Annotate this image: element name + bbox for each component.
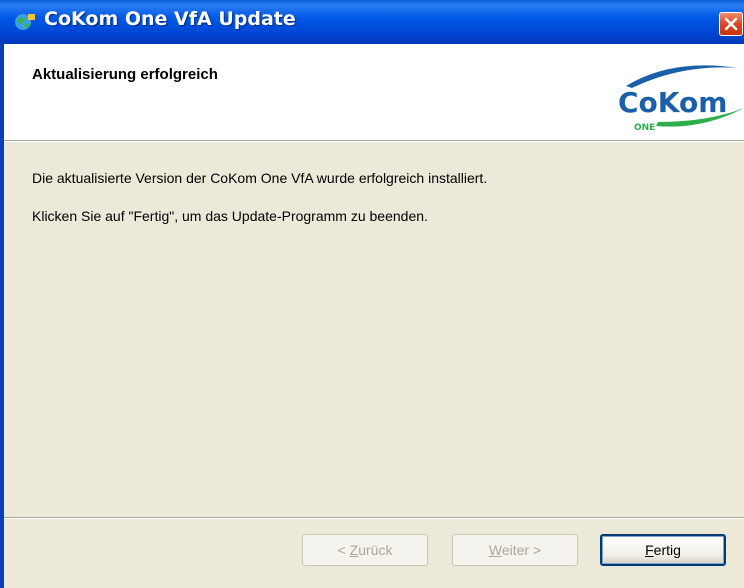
- logo-text: CoKom: [618, 86, 727, 119]
- title-bar[interactable]: CoKom One VfA Update: [0, 0, 744, 44]
- next-button-mnemonic: W: [488, 542, 502, 558]
- footer-separator-highlight: [4, 518, 744, 519]
- next-button-label: eiter >: [501, 542, 542, 558]
- globe-icon: [15, 14, 35, 30]
- update-dialog-window: CoKom One VfA Update Aktualisierung erfo…: [0, 0, 744, 588]
- next-button[interactable]: Weiter >: [452, 534, 578, 566]
- finish-button-mnemonic: F: [645, 542, 654, 558]
- success-message: Die aktualisierte Version der CoKom One …: [32, 170, 488, 186]
- cokom-one-logo: CoKom ONE: [618, 65, 744, 132]
- finish-button[interactable]: Fertig: [600, 534, 726, 566]
- close-icon: [724, 17, 738, 31]
- back-button-prefix: <: [337, 542, 350, 558]
- instruction-message: Klicken Sie auf "Fertig", um das Update-…: [32, 208, 428, 224]
- back-button-label: urück: [358, 542, 393, 558]
- close-button[interactable]: [719, 12, 743, 36]
- header-separator-highlight: [4, 141, 744, 142]
- back-button-mnemonic: Z: [349, 542, 359, 558]
- finish-button-label: ertig: [653, 542, 681, 558]
- back-button[interactable]: < Zurück: [302, 534, 428, 566]
- page-title: Aktualisierung erfolgreich: [32, 66, 218, 83]
- window-title: CoKom One VfA Update: [44, 8, 296, 30]
- wizard-header: Aktualisierung erfolgreich CoKom ONE: [4, 44, 744, 140]
- logo-subtext: ONE: [634, 123, 655, 132]
